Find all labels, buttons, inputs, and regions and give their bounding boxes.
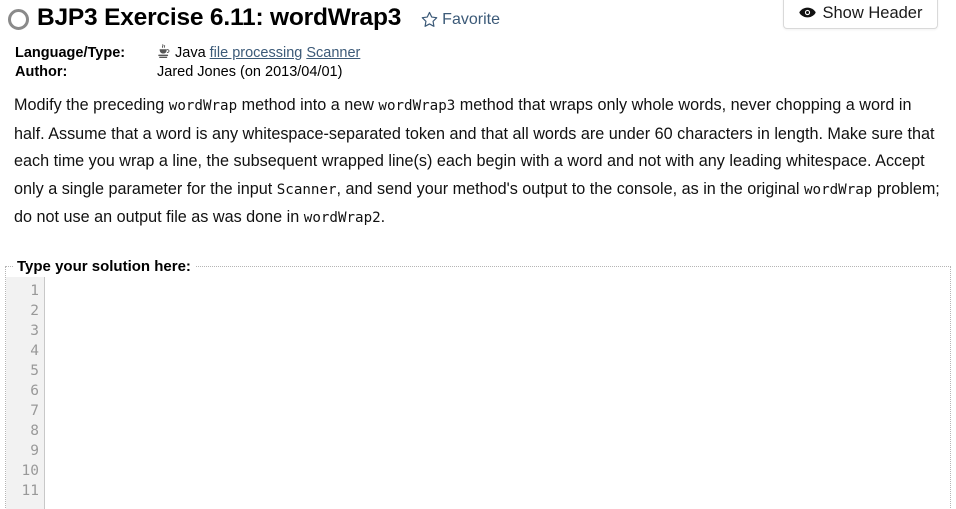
metadata-row-language: Language/Type: Java file processing Scanne… [15,44,360,63]
line-number: 9 [30,443,39,459]
problem-text: , and send your method's output to the c… [336,179,804,198]
metadata-row-author: Author: Jared Jones (on 2013/04/01) [15,63,360,82]
code-input-area[interactable] [45,277,950,509]
line-number: 8 [30,423,39,439]
problem-statement: Modify the preceding wordWrap method int… [14,92,942,233]
line-number: 11 [21,483,39,499]
favorite-button[interactable]: Favorite [421,11,500,29]
favorite-label: Favorite [442,10,500,28]
metadata-block: Language/Type: Java file processing Scanne… [15,44,360,82]
line-number: 7 [30,403,39,419]
line-number: 6 [30,383,39,399]
code-editor[interactable]: 1 2 3 4 5 6 7 8 9 10 11 [6,277,950,509]
topic-link-scanner[interactable]: Scanner [306,45,360,61]
line-number: 1 [30,283,39,299]
language-type-label: Language/Type: [15,45,126,61]
inline-code: wordWrap3 [378,98,456,114]
problem-text: Modify the preceding [14,96,169,114]
java-coffee-cup-icon [158,44,170,58]
show-header-label: Show Header [822,3,923,22]
line-number: 5 [30,363,39,379]
line-number-gutter: 1 2 3 4 5 6 7 8 9 10 11 [6,277,45,509]
page-title: BJP3 Exercise 6.11: wordWrap3 [37,4,402,31]
inline-code: wordWrap [803,181,873,198]
line-number: 2 [30,303,39,319]
line-number: 3 [30,323,39,339]
language-name: Java [175,45,206,61]
line-number: 4 [30,343,39,359]
line-number: 10 [21,463,39,479]
problem-text: method into a new [237,96,379,114]
solution-legend: Type your solution here: [17,258,191,275]
show-header-button[interactable]: Show Header [783,0,938,29]
inline-code: Scanner [276,181,337,198]
author-label: Author: [15,64,68,80]
inline-code: wordWrap [168,98,238,114]
author-value: Jared Jones (on 2013/04/01) [157,64,343,80]
unsolved-circle-icon [8,8,29,30]
star-outline-icon [421,11,438,27]
inline-code: wordWrap2 [303,210,381,226]
solution-fieldset: Type your solution here: 1 2 3 4 5 6 7 8 9 10 11 [5,258,951,509]
language-type-value: Java file processing Scanner [157,44,360,63]
problem-text: . [380,208,386,226]
page-title-row: BJP3 Exercise 6.11: wordWrap3 Favorite [8,4,500,32]
eye-icon [798,6,816,21]
topic-link-file-processing[interactable]: file processing [210,45,303,61]
